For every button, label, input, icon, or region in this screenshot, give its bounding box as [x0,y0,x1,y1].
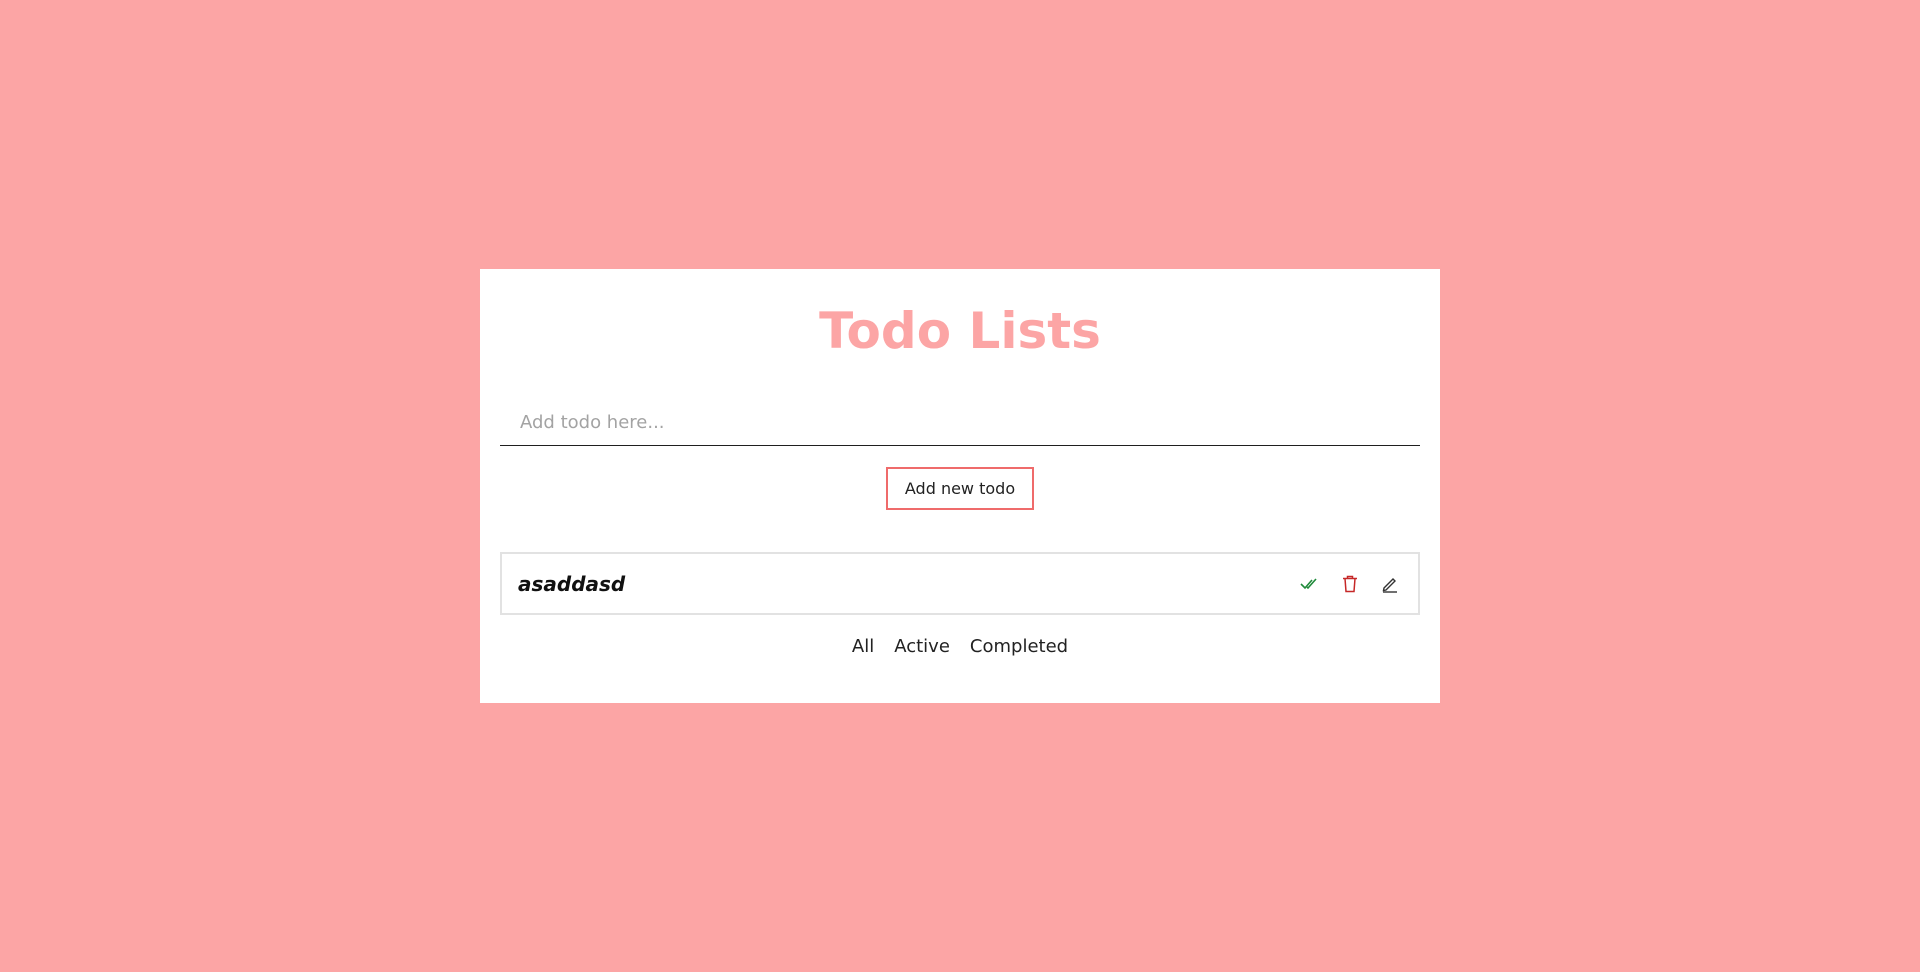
filter-all[interactable]: All [852,635,874,659]
complete-icon[interactable] [1300,574,1320,594]
todo-actions [1300,574,1400,594]
filter-completed[interactable]: Completed [970,635,1068,659]
add-todo-button[interactable]: Add new todo [886,467,1034,510]
filter-active[interactable]: Active [894,635,950,659]
pencil-icon[interactable] [1380,574,1400,594]
trash-icon[interactable] [1340,574,1360,594]
todo-card: Todo Lists Add new todo asaddasd [480,269,1440,703]
todo-item: asaddasd [500,552,1420,615]
filter-bar: All Active Completed [480,635,1440,659]
todo-input[interactable] [500,400,1420,446]
todo-text: asaddasd [518,571,626,596]
page-title: Todo Lists [819,302,1101,360]
